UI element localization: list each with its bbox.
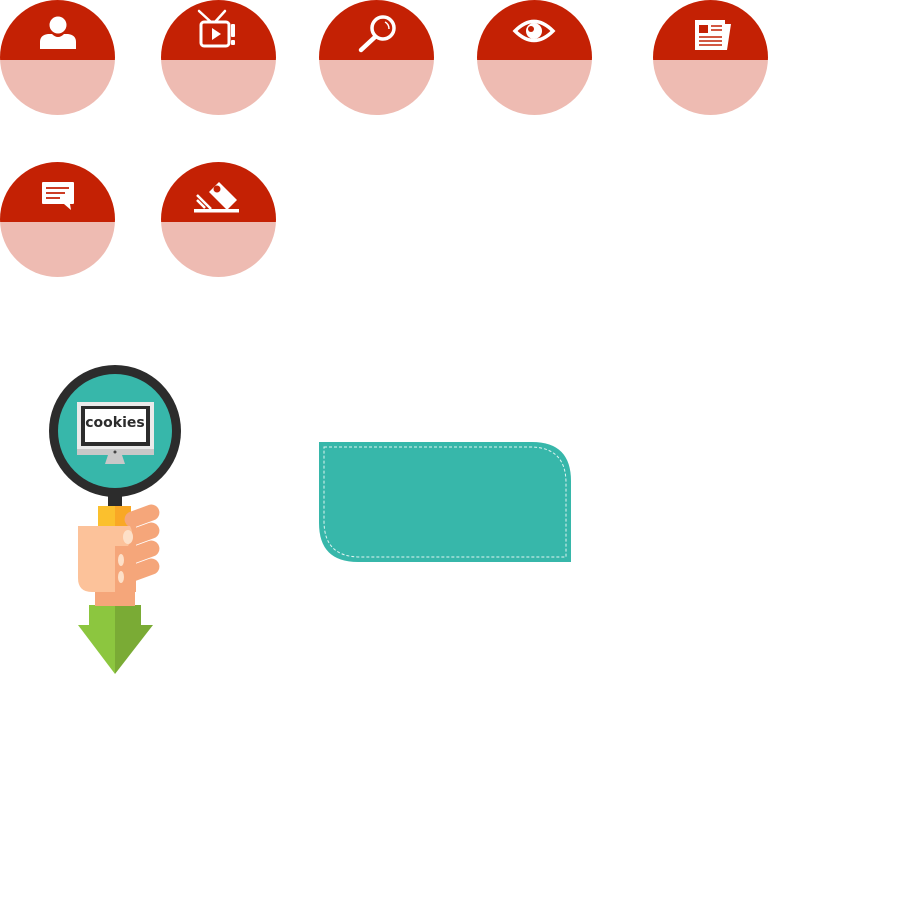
tv-circle-button[interactable] <box>161 0 276 115</box>
eye-icon <box>512 19 556 43</box>
ticket-icon <box>194 182 239 213</box>
ticket-circle-button[interactable] <box>161 162 276 277</box>
user-icon <box>40 16 76 49</box>
chat-circle-button[interactable] <box>0 162 115 277</box>
user-circle-button[interactable] <box>0 0 115 115</box>
chat-icon <box>42 182 74 210</box>
cookies-magnifier-illustration: cookies <box>40 360 190 680</box>
tv-icon <box>197 9 235 48</box>
teal-label-panel <box>318 441 572 563</box>
eye-circle-button[interactable] <box>477 0 592 115</box>
magnifier-hand-icon <box>49 365 181 674</box>
search-icon <box>358 15 396 53</box>
monitor-screen-text: cookies <box>85 415 145 431</box>
newspaper-icon <box>695 20 731 50</box>
newspaper-circle-button[interactable] <box>653 0 768 115</box>
search-circle-button[interactable] <box>319 0 434 115</box>
